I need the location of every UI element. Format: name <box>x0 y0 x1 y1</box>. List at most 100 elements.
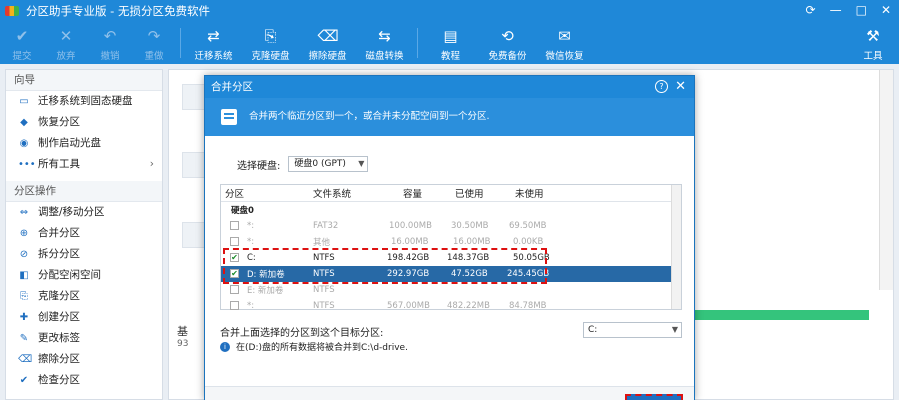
clone-disk-button[interactable]: ⎘ 克隆硬盘 <box>242 22 299 64</box>
migrate-os-button[interactable]: ⇄ 迁移系统 <box>185 22 242 64</box>
clone-icon: ⎘ <box>20 290 28 302</box>
table-row-selected[interactable]: ✔ D: 新加卷 NTFS 292.97GB 47.52GB 245.45GB <box>221 266 681 282</box>
close-button[interactable]: ✕ <box>881 3 891 17</box>
banner-text: 合并两个临近分区到一个，或合并未分配空间到一个分区. <box>249 111 490 122</box>
disk-label: 基 93 <box>177 325 189 349</box>
backup-icon: ⟲ <box>501 27 514 45</box>
table-row[interactable]: *: FAT32 100.00MB 30.50MB 69.50MB <box>221 218 681 234</box>
merge-icon <box>221 109 237 125</box>
migrate-icon: ⇄ <box>207 27 220 45</box>
wechat-recovery-button[interactable]: ✉ 微信恢复 <box>536 22 593 64</box>
split-icon: ⊘ <box>19 248 29 260</box>
label-icon: ✎ <box>19 332 29 344</box>
sidebar-item-migrate-ssd[interactable]: ▭ 迁移系统到固态硬盘 <box>6 91 162 112</box>
resize-icon: ⇔ <box>19 206 29 218</box>
disk-icon <box>182 222 206 248</box>
help-icon[interactable]: ? <box>655 80 668 93</box>
sidebar: 向导 ▭ 迁移系统到固态硬盘 ◆ 恢复分区 ◉ 制作启动光盘 ••• 所有工具 › 分区操… <box>5 69 163 400</box>
merge-icon: ⊕ <box>19 227 29 239</box>
select-disk-label: 选择硬盘: <box>237 160 281 172</box>
info-row: i 在(D:)盘的所有数据将被合并到C:\d-drive. <box>220 340 408 353</box>
disc-icon: ◉ <box>19 137 29 149</box>
sidebar-item-split[interactable]: ⊘ 拆分分区 <box>6 244 162 265</box>
toolbar-divider <box>180 28 181 58</box>
dialog-title: 合并分区 <box>211 81 253 93</box>
disk-select-row: 选择硬盘: 硬盘0 (GPT) ▼ <box>237 156 369 172</box>
table-row[interactable]: *: NTFS 567.00MB 482.22MB 84.78MB <box>221 298 681 314</box>
sidebar-item-recover-partition[interactable]: ◆ 恢复分区 <box>6 112 162 133</box>
refresh-icon[interactable]: ⟳ <box>806 3 816 17</box>
window-controls: ⟳ — □ ✕ <box>806 3 891 17</box>
app-logo-icon <box>5 6 19 16</box>
free-backup-button[interactable]: ⟲ 免费备份 <box>479 22 536 64</box>
row-checkbox-checked[interactable]: ✔ <box>230 269 239 278</box>
table-scrollbar[interactable] <box>671 185 681 309</box>
disk-group-row: 硬盘0 <box>231 206 254 216</box>
clone-disk-icon: ⎘ <box>264 27 277 45</box>
sidebar-item-resize[interactable]: ⇔ 调整/移动分区 <box>6 202 162 223</box>
dialog-close-button[interactable]: ✕ <box>675 76 686 98</box>
chevron-down-icon: ▼ <box>358 159 365 168</box>
row-checkbox[interactable] <box>230 301 239 310</box>
redo-icon: ↷ <box>147 27 161 45</box>
wipe-disk-button[interactable]: ⌫ 擦除硬盘 <box>299 22 356 64</box>
minimize-button[interactable]: — <box>830 3 842 17</box>
merge-target-dropdown[interactable]: C: ▼ <box>583 322 682 338</box>
disk-convert-button[interactable]: ⇆ 磁盘转换 <box>356 22 413 64</box>
table-header: 分区 文件系统 容量 已使用 未使用 <box>221 185 681 202</box>
maximize-button[interactable]: □ <box>856 3 867 17</box>
dialog-banner: 合并两个临近分区到一个，或合并未分配空间到一个分区. <box>205 98 694 136</box>
commit-button[interactable]: ✔ 提交 <box>0 22 44 64</box>
merge-partition-dialog: 合并分区 ? ✕ 合并两个临近分区到一个，或合并未分配空间到一个分区. 选择硬盘… <box>204 75 695 400</box>
undo-button[interactable]: ↶ 撤销 <box>88 22 132 64</box>
check-icon: ✔ <box>15 27 29 45</box>
info-text: 在(D:)盘的所有数据将被合并到C:\d-drive. <box>236 343 408 353</box>
sidebar-item-wipe[interactable]: ⌫ 擦除分区 <box>6 349 162 370</box>
table-row[interactable]: *: 其他 16.00MB 16.00MB 0.00KB <box>221 234 681 250</box>
sidebar-item-make-bootable[interactable]: ◉ 制作启动光盘 <box>6 133 162 154</box>
disk-usage-bar <box>689 310 869 320</box>
table-row[interactable]: ✔ C: NTFS 198.42GB 148.37GB 50.05GB <box>221 250 681 266</box>
tools-button[interactable]: ⚒ 工具 <box>851 22 895 64</box>
row-checkbox[interactable] <box>230 285 239 294</box>
sidebar-item-all-tools[interactable]: ••• 所有工具 › <box>6 154 162 175</box>
window-title: 分区助手专业版 - 无损分区免费软件 <box>26 4 210 18</box>
sidebar-item-allocate[interactable]: ◧ 分配空闲空间 <box>6 265 162 286</box>
chevron-down-icon: ▼ <box>671 325 678 334</box>
sidebar-item-clone-partition[interactable]: ⎘ 克隆分区 <box>6 286 162 307</box>
discard-button[interactable]: ✕ 放弃 <box>44 22 88 64</box>
merge-target-label: 合并上面选择的分区到这个目标分区: <box>220 328 384 339</box>
book-icon: ▤ <box>443 27 458 45</box>
title-bar: 分区助手专业版 - 无损分区免费软件 ⟳ — □ ✕ <box>0 0 899 22</box>
create-icon: ✚ <box>19 311 29 323</box>
redo-button[interactable]: ↷ 重做 <box>132 22 176 64</box>
row-checkbox-checked[interactable]: ✔ <box>230 253 239 262</box>
allocate-icon: ◧ <box>19 269 29 281</box>
wechat-icon: ✉ <box>558 27 571 45</box>
dialog-footer <box>205 386 694 400</box>
more-icon: ••• <box>18 158 36 170</box>
ok-button[interactable] <box>625 394 683 400</box>
table-row[interactable]: E: 新加卷 NTFS <box>221 282 681 298</box>
tutorial-button[interactable]: ▤ 教程 <box>422 22 479 64</box>
ops-header: 分区操作 <box>6 181 162 202</box>
toolbar: ✔ 提交 ✕ 放弃 ↶ 撤销 ↷ 重做 ⇄ 迁移系统 ⎘ 克隆硬盘 ⌫ 擦除硬盘 ⇆ 磁盘转换 … <box>0 22 899 64</box>
info-icon: i <box>220 341 230 352</box>
sidebar-item-change-label[interactable]: ✎ 更改标签 <box>6 328 162 349</box>
sidebar-item-merge[interactable]: ⊕ 合并分区 <box>6 223 162 244</box>
x-icon: ✕ <box>59 27 73 45</box>
row-checkbox[interactable] <box>230 221 239 230</box>
wipe-disk-icon: ⌫ <box>317 27 339 45</box>
sidebar-item-check[interactable]: ✔ 检查分区 <box>6 370 162 391</box>
check-icon: ✔ <box>19 374 29 386</box>
sidebar-item-create[interactable]: ✚ 创建分区 <box>6 307 162 328</box>
disk-icon <box>182 152 206 178</box>
row-checkbox[interactable] <box>230 237 239 246</box>
partition-table: 分区 文件系统 容量 已使用 未使用 硬盘0 *: FAT32 100.00MB… <box>220 184 682 311</box>
main-scrollbar[interactable] <box>879 70 893 290</box>
ssd-icon: ▭ <box>19 95 29 107</box>
wrench-icon: ⚒ <box>866 27 880 45</box>
wizard-header: 向导 <box>6 70 162 91</box>
disk-dropdown[interactable]: 硬盘0 (GPT) ▼ <box>288 156 369 172</box>
eraser-icon: ⌫ <box>18 353 33 365</box>
